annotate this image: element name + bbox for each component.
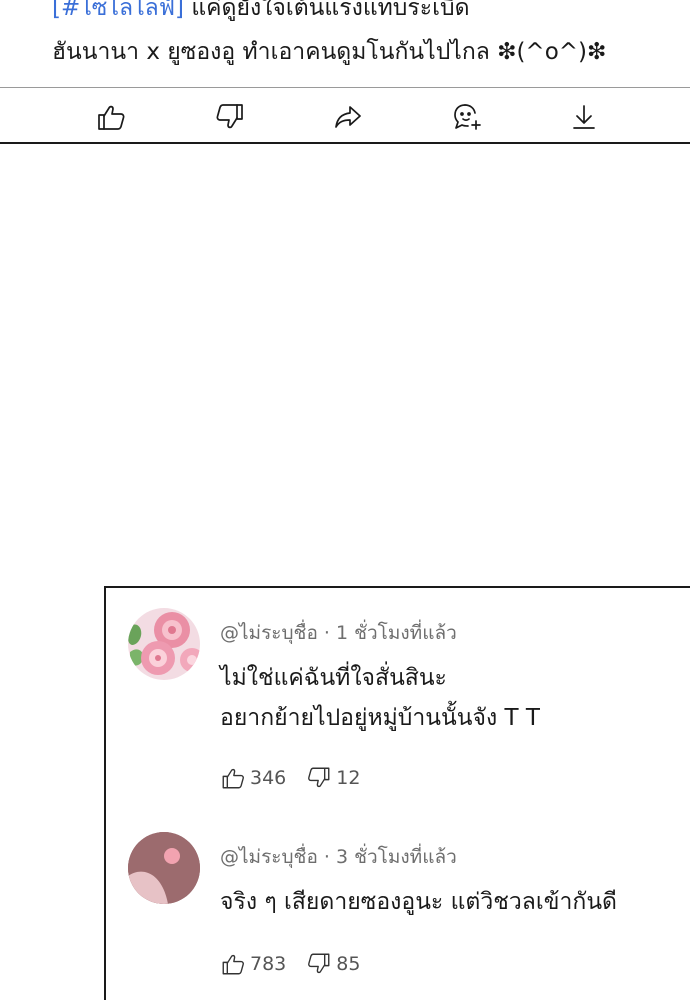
thumbs-down-icon <box>308 767 330 788</box>
thumbs-down-icon <box>308 953 330 974</box>
comment-stats: 346 12 <box>220 764 380 792</box>
download-button[interactable] <box>567 100 601 134</box>
hashtag-link[interactable]: [#ไซไลไลฟ์] <box>52 0 184 21</box>
dislike-button[interactable] <box>213 100 247 134</box>
share-button[interactable] <box>331 100 365 134</box>
comment-line: จริง ๆ เสียดายซองอูนะ แต่วิชวลเข้ากันดี <box>220 889 617 915</box>
caption-text-1: แค่ดูยังใจเต้นแรงแทบระเบิด <box>184 0 470 21</box>
caption-line-2: ฮันนานา x ยูซองอู ทำเอาคนดูมโนกันไปไกล ❇… <box>52 39 607 65</box>
comment-like-button[interactable]: 346 <box>220 765 286 791</box>
avatar[interactable] <box>128 608 200 680</box>
comment-line: ไม่ใช่แค่ฉันที่ใจสั่นสินะ <box>220 665 447 691</box>
comment-dislike-button[interactable]: 85 <box>306 951 360 977</box>
comment-meta: @ไม่ระบุชื่อ · 3 ชั่วโมงที่แล้ว <box>220 846 457 868</box>
comment-panel: @ไม่ระบุชื่อ · 1 ชั่วโมงที่แล้ว ไม่ใช่แค… <box>104 586 690 1000</box>
comment-line: อยากย้ายไปอยู่หมู่บ้านนั้นจัง T T <box>220 705 540 731</box>
comment-like-button[interactable]: 783 <box>220 951 286 977</box>
action-bar <box>0 87 690 144</box>
thumbs-up-icon <box>98 105 125 130</box>
flower-avatar-icon <box>128 608 200 680</box>
like-count: 783 <box>250 953 287 975</box>
post-caption: [#ไซไลไลฟ์] แค่ดูยังใจเต้นแรงแทบระเบิด ฮ… <box>52 0 682 74</box>
share-arrow-icon <box>335 106 361 128</box>
thumbs-up-icon <box>222 954 244 975</box>
download-icon <box>573 105 595 129</box>
thumbs-down-icon <box>216 104 243 129</box>
avatar[interactable] <box>128 832 200 904</box>
comment-dislike-button[interactable]: 12 <box>306 765 360 791</box>
like-count: 346 <box>250 767 287 789</box>
comment-meta: @ไม่ระบุชื่อ · 1 ชั่วโมงที่แล้ว <box>220 622 457 644</box>
like-button[interactable] <box>94 100 128 134</box>
add-sticker-button[interactable] <box>450 100 484 134</box>
thumbs-up-icon <box>222 768 244 789</box>
caption-line-1: [#ไซไลไลฟ์] แค่ดูยังใจเต้นแรงแทบระเบิด <box>52 0 682 30</box>
comment-text: จริง ๆ เสียดายซองอูนะ แต่วิชวลเข้ากันดี <box>220 882 617 922</box>
dislike-count: 12 <box>336 767 361 789</box>
comment-text: ไม่ใช่แค่ฉันที่ใจสั่นสินะ อยากย้ายไปอยู่… <box>220 658 540 738</box>
comment-stats: 783 85 <box>220 950 380 978</box>
dislike-count: 85 <box>336 953 361 975</box>
default-avatar-icon <box>128 832 200 904</box>
sticker-add-icon <box>454 104 481 130</box>
